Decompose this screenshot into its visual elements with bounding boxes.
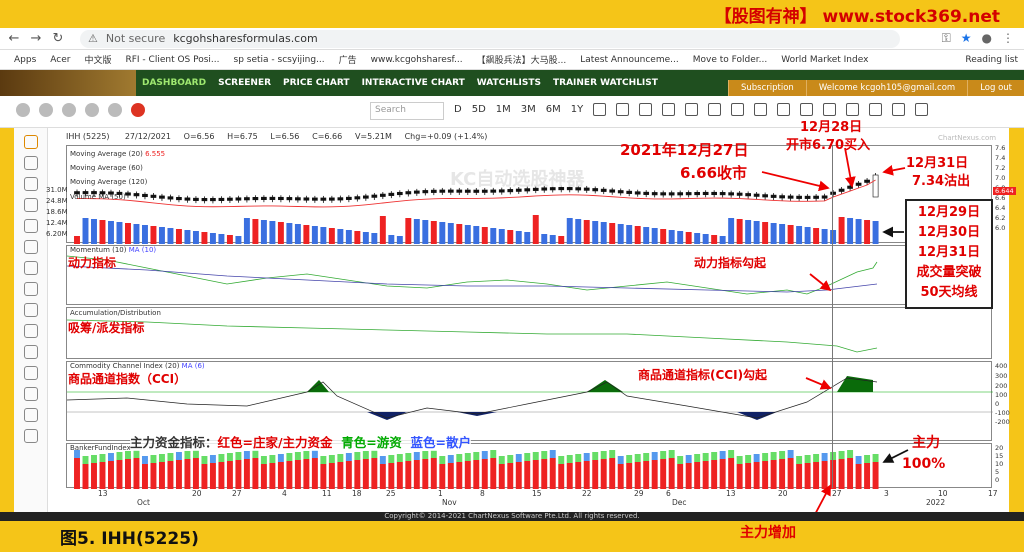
copyright: Copyright© 2014-2021 ChartNexus Software… — [0, 512, 1024, 521]
screenshot-frame: 【股图有神】 www.stock369.net ← → ↻ ⚠ Not secu… — [0, 0, 1024, 552]
figure-caption: 图5. IHH(5225) — [60, 529, 199, 549]
annotation-arrows — [761, 147, 909, 521]
